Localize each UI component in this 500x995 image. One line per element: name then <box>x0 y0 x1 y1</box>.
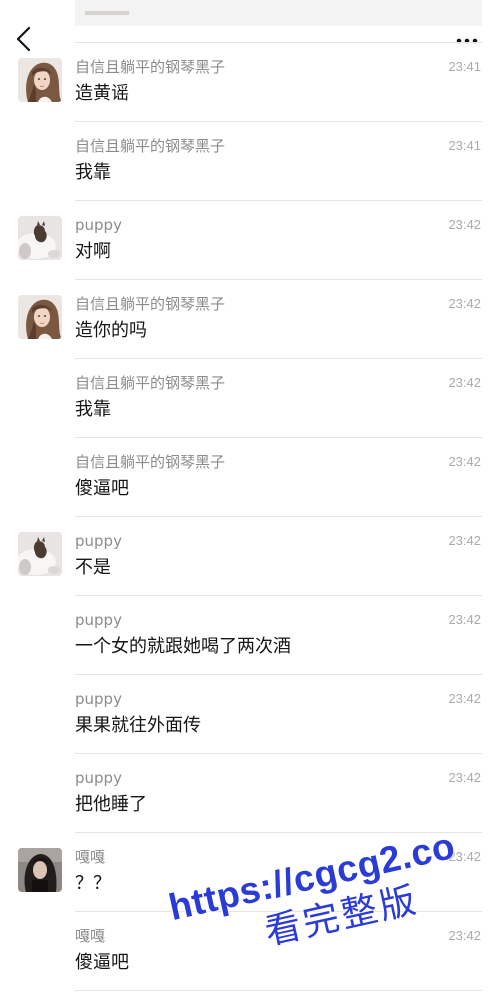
sender-avatar[interactable] <box>18 295 62 339</box>
message-row: 自信且躺平的钢琴黑子 23:41 造黄谣 <box>0 42 500 122</box>
divider <box>75 990 482 991</box>
sender-name: 自信且躺平的钢琴黑子 <box>75 58 226 76</box>
sender-name: puppy <box>75 216 122 234</box>
sender-name: puppy <box>75 769 122 787</box>
message-time: 23:42 <box>448 770 481 785</box>
message-row: puppy 23:42 不是 <box>0 516 500 596</box>
sender-name: puppy <box>75 611 122 629</box>
message-text: 傻逼吧 <box>75 478 129 499</box>
message-text: 对啊 <box>75 241 111 262</box>
sender-avatar[interactable] <box>18 848 62 892</box>
message-time: 23:42 <box>448 375 481 390</box>
message-time: 23:42 <box>448 612 481 627</box>
message-time: 23:42 <box>448 217 481 232</box>
message-text: 把他睡了 <box>75 794 147 815</box>
message-row: 嘎嘎 23:42 傻逼吧 <box>0 911 500 991</box>
message-row: 自信且躺平的钢琴黑子 23:42 傻逼吧 <box>0 437 500 517</box>
sender-name: 自信且躺平的钢琴黑子 <box>75 137 226 155</box>
sender-name: 自信且躺平的钢琴黑子 <box>75 453 226 471</box>
sender-name: 嘎嘎 <box>75 848 106 866</box>
message-time: 23:42 <box>448 691 481 706</box>
avatar-photo <box>18 295 62 339</box>
message-text: ？？ <box>75 873 111 894</box>
message-time: 23:42 <box>448 454 481 469</box>
message-row: 自信且躺平的钢琴黑子 23:41 我靠 <box>0 121 500 201</box>
previous-item-fragment <box>75 0 482 26</box>
message-time: 23:42 <box>448 928 481 943</box>
message-row: 自信且躺平的钢琴黑子 23:42 造你的吗 <box>0 279 500 359</box>
avatar-photo <box>18 848 62 892</box>
message-text: 一个女的就跟她喝了两次酒 <box>75 636 291 657</box>
message-text: 傻逼吧 <box>75 952 129 973</box>
message-time: 23:41 <box>448 138 481 153</box>
message-row: puppy 23:42 一个女的就跟她喝了两次酒 <box>0 595 500 675</box>
message-time: 23:42 <box>448 533 481 548</box>
avatar-photo <box>18 58 62 102</box>
message-row: 自信且躺平的钢琴黑子 23:42 我靠 <box>0 358 500 438</box>
sender-name: 自信且躺平的钢琴黑子 <box>75 374 226 392</box>
sender-name: 嘎嘎 <box>75 927 106 945</box>
message-text: 我靠 <box>75 162 111 183</box>
message-time: 23:41 <box>448 59 481 74</box>
message-text: 果果就往外面传 <box>75 715 201 736</box>
message-text: 造你的吗 <box>75 320 147 341</box>
sender-avatar[interactable] <box>18 216 62 260</box>
previous-item-edge <box>85 11 129 15</box>
sender-avatar[interactable] <box>18 532 62 576</box>
message-row: puppy 23:42 把他睡了 <box>0 753 500 833</box>
sender-name: puppy <box>75 690 122 708</box>
sender-name: puppy <box>75 532 122 550</box>
sender-avatar[interactable] <box>18 58 62 102</box>
message-text: 不是 <box>75 557 111 578</box>
message-time: 23:42 <box>448 296 481 311</box>
message-text: 我靠 <box>75 399 111 420</box>
avatar-photo <box>18 216 62 260</box>
message-text: 造黄谣 <box>75 83 129 104</box>
message-row: puppy 23:42 对啊 <box>0 200 500 280</box>
message-row: puppy 23:42 果果就往外面传 <box>0 674 500 754</box>
sender-name: 自信且躺平的钢琴黑子 <box>75 295 226 313</box>
avatar-photo <box>18 532 62 576</box>
